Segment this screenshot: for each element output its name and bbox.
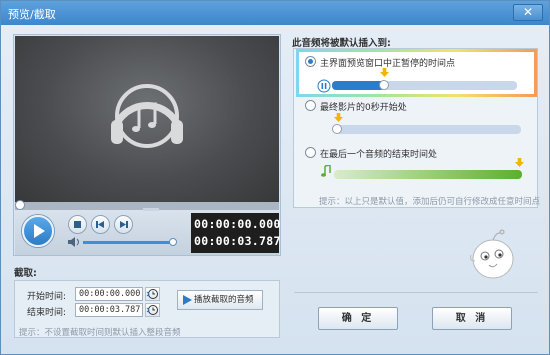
option-after-last-audio-label: 在最后一个音频的结束时间处	[320, 150, 438, 160]
prev-frame-button[interactable]	[91, 215, 110, 234]
option-paused-point-label: 主界面预览窗口中正暂停的时间点	[320, 59, 456, 69]
close-button[interactable]: ✕	[513, 4, 543, 21]
window-title: 预览/截取	[8, 8, 56, 21]
paused-point-track	[332, 81, 517, 90]
play-icon	[183, 295, 192, 305]
player-panel: 00:00:00.000 00:00:03.787	[13, 34, 281, 256]
clock-icon	[146, 289, 158, 299]
radio-paused-point[interactable]	[305, 56, 316, 67]
volume-knob[interactable]	[169, 238, 177, 246]
end-time-input[interactable]: 00:00:03.787	[75, 303, 143, 317]
forward-icon	[120, 221, 128, 228]
cancel-button[interactable]: 取 消	[432, 307, 512, 330]
rewind-icon	[96, 221, 104, 228]
seek-bar[interactable]	[15, 200, 279, 214]
music-note-icon	[321, 165, 331, 177]
seek-knob[interactable]	[15, 200, 25, 210]
headphones-music-icon	[111, 84, 183, 148]
playback-controls: 00:00:00.000 00:00:03.787	[15, 211, 281, 255]
mascot-illustration	[470, 229, 514, 279]
option-movie-start-label: 最终影片的0秒开始处	[320, 103, 407, 113]
paused-point-progress	[332, 81, 384, 90]
cut-section-label: 截取:	[14, 268, 37, 279]
volume-slider[interactable]	[83, 238, 177, 246]
radio-movie-start[interactable]	[305, 100, 316, 111]
ok-button[interactable]: 确 定	[318, 307, 398, 330]
start-time-input[interactable]: 00:00:00.000	[75, 287, 143, 301]
volume-icon[interactable]	[68, 237, 80, 247]
end-time-label: 结束时间:	[27, 308, 67, 318]
pause-icon[interactable]	[317, 79, 331, 93]
divider	[294, 292, 538, 293]
cut-hint: 提示：不设置截取时间则默认插入整段音频	[19, 328, 181, 338]
play-cut-audio-button[interactable]: 播放截取的音频	[177, 290, 263, 310]
preview-cut-dialog: 预览/截取 ✕ 00:00:00.000 00:00:03.787 截取: 开始…	[0, 0, 550, 355]
set-start-time-button[interactable]	[145, 287, 160, 301]
title-bar: 预览/截取 ✕	[1, 1, 549, 25]
paused-point-knob[interactable]	[379, 80, 389, 90]
time-display: 00:00:00.000 00:00:03.787	[191, 213, 281, 253]
movie-start-knob	[332, 124, 342, 134]
play-cut-audio-label: 播放截取的音频	[194, 295, 254, 305]
total-time: 00:00:03.787	[194, 234, 281, 248]
stop-button[interactable]	[68, 215, 87, 234]
play-icon	[34, 224, 45, 238]
radio-after-last-audio[interactable]	[305, 147, 316, 158]
volume-fill	[83, 241, 173, 244]
next-frame-button[interactable]	[114, 215, 133, 234]
set-end-time-button[interactable]	[145, 303, 160, 317]
stop-icon	[74, 221, 81, 228]
video-preview	[15, 36, 279, 202]
play-button[interactable]	[22, 215, 54, 247]
after-last-audio-track	[334, 170, 522, 179]
insert-hint: 提示：以上只是默认值，添加后仍可自行修改成任意时间点	[319, 197, 541, 207]
clock-icon	[146, 305, 158, 315]
start-time-label: 开始时间:	[27, 292, 67, 302]
insert-section-title: 此音频将被默认插入到:	[292, 38, 391, 49]
movie-start-track	[334, 125, 521, 134]
current-time: 00:00:00.000	[194, 217, 281, 231]
